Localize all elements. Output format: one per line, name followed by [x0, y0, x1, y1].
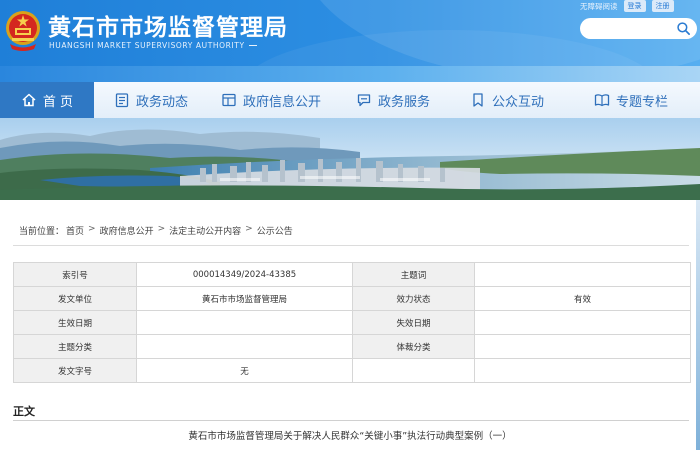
table-row: 生效日期 失效日期	[13, 310, 691, 335]
table-value	[474, 262, 691, 287]
home-icon	[22, 93, 36, 107]
breadcrumb-separator: >	[157, 224, 166, 234]
breadcrumb: 当前位置： 首页 > 政府信息公开 > 法定主动公开内容 > 公示公告	[19, 224, 293, 237]
article-title: 黄石市市场监督管理局关于解决人民群众“关键小事”执法行动典型案例（一）	[188, 431, 512, 442]
nav-item-label: 首 页	[42, 94, 74, 110]
breadcrumb-separator: >	[88, 224, 96, 234]
breadcrumb-separator: >	[245, 224, 253, 234]
accessibility-link[interactable]: 无障碍阅读	[580, 1, 618, 12]
site-subtitle-text: HUANGSHI MARKET SUPERVISORY AUTHORITY	[49, 41, 245, 50]
search-input[interactable]	[588, 20, 674, 37]
nav-item-services[interactable]: 政务服务	[334, 82, 452, 118]
document-info-table: 索引号 000014349/2024-43385 主题词 发文单位 黄石市市场监…	[13, 262, 691, 383]
table-value	[474, 334, 691, 359]
register-button[interactable]: 注册	[651, 0, 674, 12]
table-label: 主题词	[352, 262, 475, 287]
table-value: 有效	[474, 286, 691, 311]
main-nav: 首 页 政务动态 政府信息公开 政务服务 公众互动 专题专栏	[0, 82, 700, 118]
table-value: 无	[136, 358, 353, 383]
table-label: 主题分类	[13, 334, 137, 359]
bookmark-icon	[473, 93, 483, 107]
nav-item-label: 政府信息公开	[242, 94, 321, 110]
table-value	[352, 358, 475, 383]
table-value	[474, 310, 691, 335]
table-value: 黄石市市场监督管理局	[136, 286, 353, 311]
city-panorama-banner	[0, 118, 700, 200]
table-label: 索引号	[13, 262, 137, 287]
nav-item-label: 专题专栏	[615, 94, 668, 110]
table-value	[474, 358, 691, 383]
nav-band-decoration	[0, 66, 700, 82]
table-label: 发文单位	[13, 286, 137, 311]
search-box	[580, 18, 697, 39]
top-links: 无障碍阅读 登录 注册	[580, 0, 674, 12]
login-button[interactable]: 登录	[623, 0, 646, 12]
chat-icon	[357, 94, 371, 107]
search-icon[interactable]	[676, 21, 691, 36]
right-edge-decoration	[696, 200, 700, 450]
breadcrumb-link-gov-info[interactable]: 政府信息公开	[100, 224, 154, 237]
national-emblem-icon	[6, 11, 40, 51]
nav-item-news[interactable]: 政务动态	[94, 82, 208, 118]
nav-item-label: 政务服务	[377, 94, 430, 110]
table-label: 效力状态	[352, 286, 475, 311]
divider	[13, 420, 689, 421]
table-row: 发文字号 无	[13, 358, 691, 383]
breadcrumb-prefix: 当前位置：	[19, 227, 65, 237]
nav-item-topics[interactable]: 专题专栏	[562, 82, 700, 118]
content-area: 当前位置： 首页 > 政府信息公开 > 法定主动公开内容 > 公示公告 索引号 …	[0, 200, 700, 450]
breadcrumb-link-home[interactable]: 首页	[66, 224, 84, 237]
nav-item-label: 政务动态	[135, 94, 188, 110]
section-title: 正文	[13, 405, 35, 418]
site-header: 黄石市市场监督管理局 HUANGSHI MARKET SUPERVISORY A…	[0, 0, 700, 66]
site-subtitle: HUANGSHI MARKET SUPERVISORY AUTHORITY	[49, 41, 261, 50]
table-label: 体裁分类	[352, 334, 475, 359]
table-row: 索引号 000014349/2024-43385 主题词	[13, 262, 691, 287]
table-value	[136, 310, 353, 335]
nav-item-home[interactable]: 首 页	[0, 82, 94, 118]
nav-item-gov-info[interactable]: 政府信息公开	[208, 82, 334, 118]
table-label: 发文字号	[13, 358, 137, 383]
table-row: 发文单位 黄石市市场监督管理局 效力状态 有效	[13, 286, 691, 311]
breadcrumb-link-legal-disclosure[interactable]: 法定主动公开内容	[169, 224, 241, 237]
table-label: 失效日期	[352, 310, 475, 335]
breadcrumb-link-announcements[interactable]: 公示公告	[257, 224, 293, 237]
document-icon	[115, 93, 129, 108]
divider	[13, 245, 689, 246]
nav-item-interaction[interactable]: 公众互动	[452, 82, 562, 118]
site-title: 黄石市市场监督管理局	[48, 15, 288, 41]
table-value	[136, 334, 353, 359]
nav-item-label: 公众互动	[491, 94, 544, 110]
table-value: 000014349/2024-43385	[136, 262, 353, 287]
table-row: 主题分类 体裁分类	[13, 334, 691, 359]
book-icon	[594, 94, 610, 107]
table-label: 生效日期	[13, 310, 137, 335]
layout-icon	[222, 93, 236, 107]
